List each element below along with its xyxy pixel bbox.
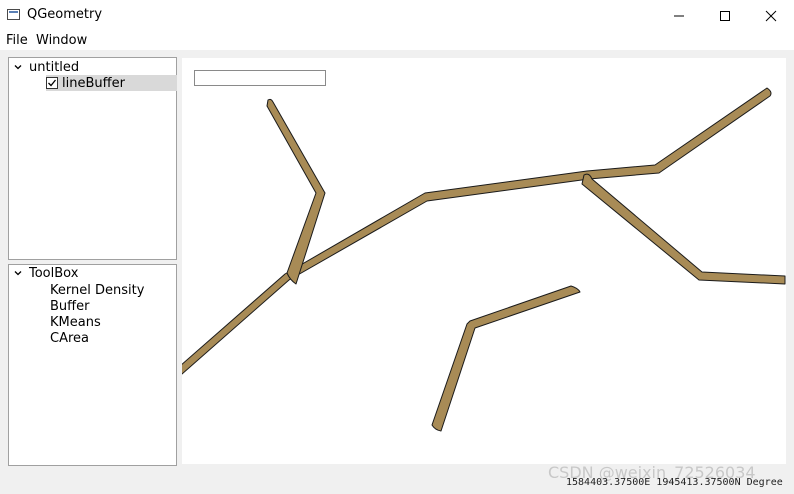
menu-bar: File Window bbox=[0, 31, 794, 50]
maximize-icon bbox=[720, 10, 730, 21]
menu-file[interactable]: File bbox=[6, 33, 28, 48]
title-bar: QGeometry bbox=[0, 0, 794, 31]
toolbox-title: ToolBox bbox=[29, 265, 79, 281]
window-title: QGeometry bbox=[27, 7, 103, 22]
layer-item-linebuffer[interactable]: lineBuffer bbox=[46, 75, 177, 91]
close-icon bbox=[765, 10, 777, 21]
tool-item-kernel-density[interactable]: Kernel Density bbox=[50, 282, 144, 298]
buffer-polygon bbox=[581, 173, 786, 285]
buffer-polygon bbox=[179, 87, 772, 375]
layer-visibility-checkbox[interactable] bbox=[46, 77, 58, 89]
status-coordinates: 1584403.37500E 1945413.37500N Degree bbox=[566, 477, 783, 488]
chevron-down-icon[interactable] bbox=[11, 59, 25, 75]
tree-node-project[interactable]: untitled bbox=[11, 59, 79, 75]
tree-node-toolbox[interactable]: ToolBox bbox=[11, 265, 78, 281]
layer-label: lineBuffer bbox=[62, 75, 125, 91]
minimize-button[interactable] bbox=[656, 0, 702, 31]
close-button[interactable] bbox=[748, 0, 794, 31]
toolbox-panel: ToolBox Kernel Density Buffer KMeans CAr… bbox=[8, 264, 177, 466]
chevron-down-icon[interactable] bbox=[11, 265, 25, 281]
tool-item-buffer[interactable]: Buffer bbox=[50, 298, 89, 314]
menu-window[interactable]: Window bbox=[36, 33, 87, 48]
checkmark-icon bbox=[48, 79, 57, 87]
map-canvas[interactable] bbox=[179, 58, 786, 464]
layer-tree-panel: untitled lineBuffer bbox=[8, 57, 177, 260]
minimize-icon bbox=[674, 15, 684, 16]
buffer-layer bbox=[179, 87, 786, 432]
window-app-icon bbox=[7, 9, 20, 20]
tool-item-carea[interactable]: CArea bbox=[50, 330, 89, 346]
project-name: untitled bbox=[29, 59, 80, 75]
maximize-button[interactable] bbox=[702, 0, 748, 31]
coordinate-input[interactable] bbox=[194, 70, 326, 86]
tool-item-kmeans[interactable]: KMeans bbox=[50, 314, 101, 330]
buffer-polygon bbox=[431, 285, 581, 432]
